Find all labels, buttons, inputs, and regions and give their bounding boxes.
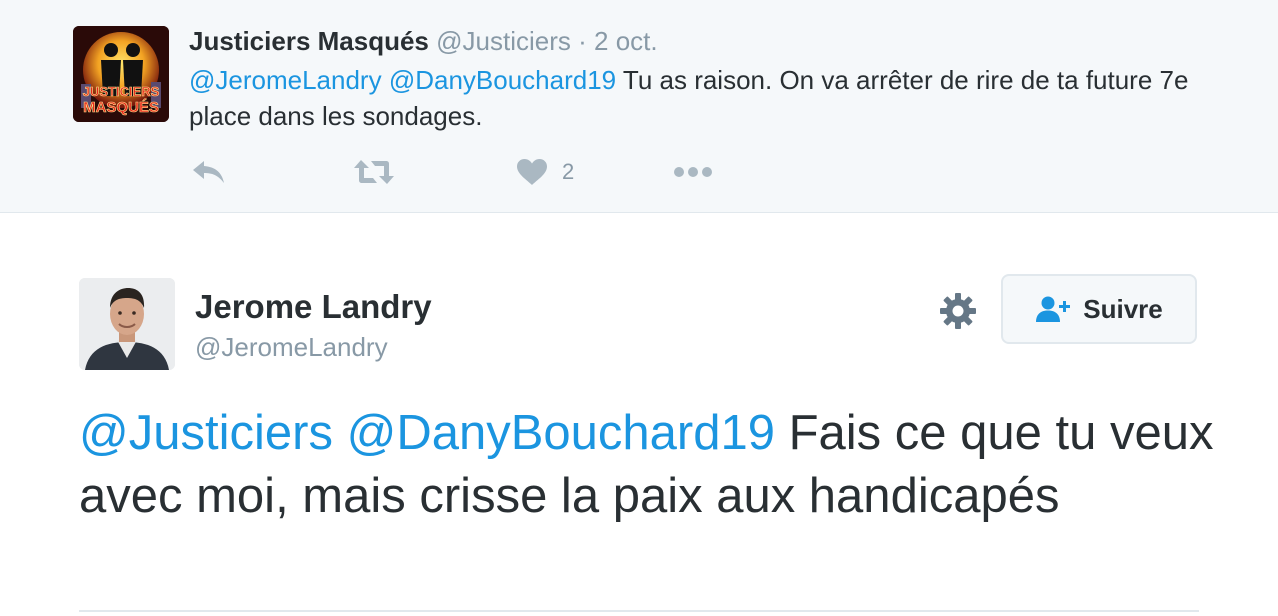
justiciers-logo: JUSTICIERS MASQUÉS bbox=[73, 26, 169, 122]
gear-icon bbox=[940, 293, 976, 329]
mention-link[interactable]: @Justiciers bbox=[79, 406, 333, 460]
like-button[interactable]: 2 bbox=[516, 150, 574, 194]
like-count: 2 bbox=[562, 159, 575, 184]
follow-label: Suivre bbox=[1083, 293, 1163, 324]
parent-author-name[interactable]: Justiciers Masqués bbox=[189, 26, 429, 56]
parent-author-handle[interactable]: @Justiciers bbox=[436, 26, 571, 56]
separator-dot: · bbox=[578, 26, 587, 56]
reply-icon bbox=[193, 161, 224, 183]
parent-tweet-header: Justiciers Masqués @Justiciers · 2 oct. bbox=[189, 26, 658, 57]
more-icon bbox=[674, 167, 712, 177]
add-user-icon bbox=[1036, 296, 1071, 322]
svg-text:MASQUÉS: MASQUÉS bbox=[83, 99, 159, 116]
parent-tweet-text: @JeromeLandry @DanyBouchard19 Tu as rais… bbox=[189, 62, 1189, 134]
tweet-text: @Justiciers @DanyBouchard19 Fais ce que … bbox=[79, 402, 1229, 528]
follow-button[interactable]: Suivre bbox=[1001, 274, 1197, 344]
more-options-button[interactable] bbox=[673, 150, 713, 194]
parent-tweet-date[interactable]: 2 oct. bbox=[594, 26, 658, 56]
settings-button[interactable] bbox=[938, 291, 978, 331]
divider bbox=[79, 610, 1199, 612]
author-handle[interactable]: @JeromeLandry bbox=[195, 332, 388, 363]
parent-tweet[interactable]: JUSTICIERS MASQUÉS Justiciers Masqués @J… bbox=[0, 0, 1278, 213]
mention-link[interactable]: @DanyBouchard19 bbox=[389, 65, 616, 95]
mention-link[interactable]: @DanyBouchard19 bbox=[347, 406, 775, 460]
reply-button[interactable] bbox=[191, 150, 227, 194]
retweet-icon bbox=[354, 160, 394, 184]
heart-icon bbox=[517, 159, 547, 185]
author-avatar[interactable] bbox=[79, 278, 175, 370]
mention-link[interactable]: @JeromeLandry bbox=[189, 65, 382, 95]
author-name[interactable]: Jerome Landry bbox=[195, 288, 432, 326]
parent-avatar[interactable]: JUSTICIERS MASQUÉS bbox=[73, 26, 169, 122]
retweet-button[interactable] bbox=[353, 150, 395, 194]
author-photo bbox=[79, 278, 175, 370]
svg-text:JUSTICIERS: JUSTICIERS bbox=[83, 84, 160, 99]
